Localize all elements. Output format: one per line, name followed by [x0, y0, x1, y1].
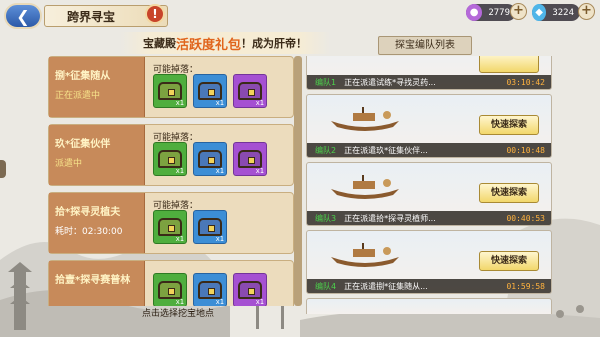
back-button[interactable]: ❮ [4, 3, 42, 29]
squad-label: 编队2 [315, 145, 337, 155]
diamond-value: 3224 [552, 7, 574, 18]
expedition-text: 正在派遣拾*探寻灵植师... [344, 213, 436, 223]
chest-count: x1 [175, 167, 184, 175]
expedition-info: 编队4 正在派遣捌*征集随从... 01:59:58 [307, 279, 551, 293]
banner-prefix: 宝藏殿 [142, 37, 176, 50]
speed-up-button[interactable] [479, 56, 539, 73]
back-arrow-icon: ❮ [16, 6, 30, 26]
zone-status: 正在派遣中 [55, 91, 101, 101]
expedition-timer: 00:10:48 [506, 145, 545, 155]
zone-card[interactable]: 拾*探寻灵植夫 耗时：02:30:00 可能掉落： x1 x1 [48, 192, 294, 254]
gem-currency: ● 2779 [466, 4, 516, 21]
zone-tag: 玖*征集伙伴 派遣中 [49, 125, 145, 185]
expedition-info: 编队3 正在派遣拾*探寻灵植师... 00:40:53 [307, 211, 551, 225]
zone-card[interactable]: 拾壹*探寻赛普林 x1 x1 x1 [48, 260, 294, 306]
zone-card[interactable]: 捌*征集随从 正在派遣中 可能掉落： x1 x1 x1 [48, 56, 294, 118]
chest-count: x1 [175, 235, 184, 243]
diamond-currency: ◆ 3224 [532, 4, 580, 21]
banner-highlight: 活跃度礼包 [175, 37, 241, 53]
squad-list-tab-label: 探宝编队列表 [395, 40, 455, 51]
chest-count: x1 [255, 298, 264, 306]
zone-card[interactable]: 玖*征集伙伴 派遣中 可能掉落： x1 x1 x1 [48, 124, 294, 186]
expedition-info: 编队2 正在派遣玖*征集伙伴... 00:10:48 [307, 143, 551, 157]
zone-timer: 耗时：02:30:00 [55, 227, 123, 237]
purple-gem-icon: ● [466, 4, 483, 21]
side-expand-handle[interactable] [0, 160, 6, 178]
promo-banner[interactable]: 宝藏殿 活跃度礼包 ！成为肝帝！ [120, 32, 330, 54]
expedition-timer: 00:40:53 [506, 213, 545, 223]
expedition-timer: 03:10:42 [506, 77, 545, 87]
speed-up-button[interactable]: 快速探索 [479, 183, 539, 203]
squad-list-tab[interactable]: 探宝编队列表 [378, 36, 472, 55]
add-diamond-button[interactable]: + [578, 3, 595, 20]
squad-label: 编队4 [315, 281, 337, 291]
zone-tag: 捌*征集随从 正在派遣中 [49, 57, 145, 117]
expedition-card[interactable]: 编队1 正在派遣试练*寻找灵药... 03:10:42 [306, 56, 552, 90]
blue-chest-icon[interactable]: x1 [193, 142, 227, 176]
blue-chest-icon[interactable]: x1 [193, 210, 227, 244]
airship-icon [331, 107, 399, 131]
banner-suffix: ！成为肝帝！ [241, 37, 307, 50]
expedition-text: 正在派遣试练*寻找灵药... [344, 77, 436, 87]
purple-chest-icon[interactable]: x1 [233, 74, 267, 108]
green-chest-icon[interactable]: x1 [153, 210, 187, 244]
green-chest-icon[interactable]: x1 [153, 273, 187, 306]
zone-name: 拾*探寻灵植夫 [55, 207, 121, 218]
expedition-card[interactable]: 快速探索 编队2 正在派遣玖*征集伙伴... 00:10:48 [306, 94, 552, 158]
squad-label: 编队3 [315, 213, 337, 223]
expedition-card[interactable]: 快速探索 编队3 正在派遣拾*探寻灵植师... 00:40:53 [306, 162, 552, 226]
speed-up-button[interactable]: 快速探索 [479, 251, 539, 271]
expedition-list: 编队1 正在派遣试练*寻找灵药... 03:10:42 快速探索 编队2 正在派… [302, 56, 556, 314]
diamond-icon: ◆ [532, 4, 547, 21]
zone-list-scrollbar[interactable] [294, 56, 302, 306]
purple-chest-icon[interactable]: x1 [233, 142, 267, 176]
green-chest-icon[interactable]: x1 [153, 74, 187, 108]
speed-up-label: 快速探索 [490, 120, 527, 130]
expedition-info: 编队1 正在派遣试练*寻找灵药... 03:10:42 [307, 75, 551, 89]
expedition-timer: 01:59:58 [506, 281, 545, 291]
expedition-card[interactable]: 快速探索 编队4 正在派遣捌*征集随从... 01:59:58 [306, 230, 552, 294]
zone-name: 捌*征集随从 [55, 71, 111, 82]
exclamation-icon: ! [152, 7, 158, 21]
blue-chest-icon[interactable]: x1 [193, 273, 227, 306]
expedition-text: 正在派遣玖*征集伙伴... [344, 145, 428, 155]
chest-count: x1 [215, 167, 224, 175]
chest-count: x1 [255, 167, 264, 175]
footer-hint: 点击选择挖宝地点 [142, 309, 215, 319]
speed-up-label: 快速探索 [490, 188, 527, 198]
airship-icon [331, 175, 399, 199]
chest-count: x1 [215, 298, 224, 306]
squad-label: 编队1 [315, 77, 337, 87]
purple-chest-icon[interactable]: x1 [233, 273, 267, 306]
airship-icon [331, 243, 399, 267]
speed-up-label: 快速探索 [490, 256, 527, 266]
expedition-card[interactable] [306, 298, 552, 314]
zone-status: 派遣中 [55, 159, 83, 169]
speed-up-button[interactable]: 快速探索 [479, 115, 539, 135]
page-title-text: 跨界寻宝 [67, 9, 116, 24]
treasure-zone-list: 捌*征集随从 正在派遣中 可能掉落： x1 x1 x1 玖*征集伙伴 派遣中 可… [48, 56, 294, 306]
help-button[interactable]: ! [145, 4, 165, 24]
chest-count: x1 [175, 99, 184, 107]
blue-chest-icon[interactable]: x1 [193, 74, 227, 108]
chest-count: x1 [215, 235, 224, 243]
chest-count: x1 [215, 99, 224, 107]
expedition-text: 正在派遣捌*征集随从... [344, 281, 428, 291]
zone-name: 拾壹*探寻赛普林 [55, 275, 131, 286]
chest-count: x1 [175, 298, 184, 306]
top-bar: ❮ 跨界寻宝 ! ● 2779 + ◆ 3224 + [0, 0, 600, 30]
zone-tag: 拾壹*探寻赛普林 [49, 261, 145, 306]
zone-tag: 拾*探寻灵植夫 耗时：02:30:00 [49, 193, 145, 253]
zone-name: 玖*征集伙伴 [55, 139, 111, 150]
add-gem-button[interactable]: + [510, 3, 527, 20]
chest-count: x1 [255, 99, 264, 107]
green-chest-icon[interactable]: x1 [153, 142, 187, 176]
